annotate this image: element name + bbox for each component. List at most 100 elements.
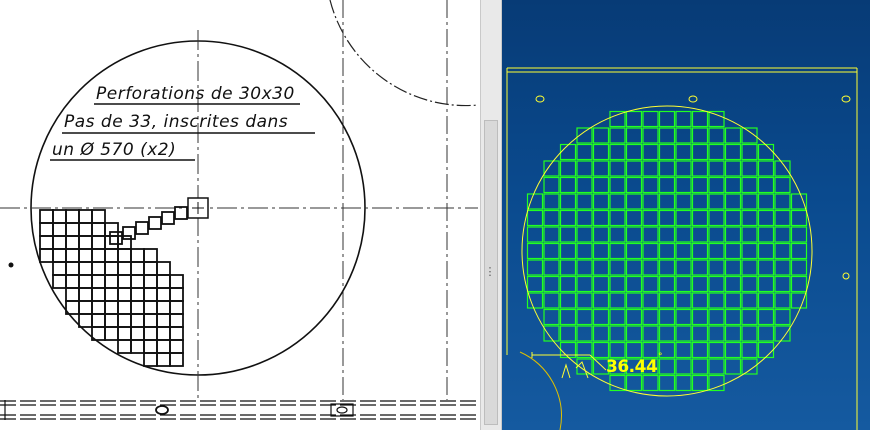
- hatch-cell: [130, 248, 145, 263]
- perforation-cell: [741, 176, 758, 194]
- hatch-cell: [117, 339, 132, 354]
- perforation-cell: [757, 275, 775, 293]
- hatch-cell: [143, 261, 158, 276]
- splitter-grip-icon[interactable]: ⋮: [483, 262, 497, 282]
- hatch-cell: [91, 261, 106, 276]
- inscribed-circle: [521, 105, 813, 397]
- perforation-cell: [790, 226, 808, 243]
- perforation-cell: [592, 226, 610, 243]
- perforation-cell: [559, 160, 577, 177]
- hatch-cell: [78, 222, 93, 237]
- perforation-cell: [559, 193, 577, 210]
- perforation-cell: [675, 176, 692, 194]
- hatch-cell: [65, 209, 80, 224]
- perforation-cell: [592, 242, 610, 260]
- perforation-cell: [658, 226, 676, 243]
- perforation-cell: [675, 259, 692, 276]
- perforation-cell: [675, 374, 692, 392]
- perforation-cell: [592, 176, 610, 194]
- hatch-cell: [156, 352, 171, 367]
- vertical-scrollbar[interactable]: [480, 0, 502, 430]
- perforation-cell: [559, 259, 577, 276]
- hatch-cell: [130, 326, 145, 341]
- hatch-cell: [156, 300, 171, 315]
- hatch-cell: [78, 235, 93, 250]
- hatch-cell: [130, 274, 145, 289]
- hatch-cell: [52, 261, 67, 276]
- perforation-cell: [625, 325, 643, 342]
- hatch-cell: [52, 209, 67, 224]
- hatch-cell: [104, 261, 119, 276]
- perforation-cell: [609, 374, 626, 392]
- perforation-cell: [724, 275, 742, 293]
- perforation-cell: [757, 259, 775, 276]
- hatch-cell: [143, 274, 158, 289]
- perforation-cell: [559, 176, 577, 194]
- perforation-cell: [741, 242, 758, 260]
- perforation-cell: [576, 242, 593, 260]
- hatch-cell: [104, 222, 119, 237]
- dimension-label[interactable]: 36.44: [606, 357, 658, 377]
- perforation-cell: [526, 193, 544, 210]
- hatch-cell: [91, 248, 106, 263]
- perforation-cell: [658, 176, 676, 194]
- perforation-cell: [708, 226, 725, 243]
- hatch-cell: [104, 287, 119, 302]
- perforation-cell: [576, 259, 593, 276]
- perforation-cell: [543, 242, 560, 260]
- perforation-cell: [757, 160, 775, 177]
- perforation-cell: [642, 292, 659, 309]
- hatch-cell: [156, 287, 171, 302]
- perforation-grid-sketch: [39, 206, 188, 367]
- perforation-cell: [724, 176, 742, 194]
- dimension-unit-mark: °: [658, 352, 663, 362]
- perforation-cell: [609, 242, 626, 260]
- perforation-cell: [559, 209, 577, 227]
- perforation-cell: [691, 341, 709, 359]
- perforation-cell: [757, 325, 775, 342]
- perforation-cell: [576, 226, 593, 243]
- hatch-cell: [117, 300, 132, 315]
- perforation-cell: [543, 292, 560, 309]
- perforation-cell: [592, 292, 610, 309]
- hatch-cell: [78, 287, 93, 302]
- cad-viewport[interactable]: 36.44 °: [502, 0, 870, 430]
- hatch-cell: [78, 248, 93, 263]
- perforation-cell: [526, 226, 544, 243]
- hatch-cell: [91, 222, 106, 237]
- perforation-cell: [658, 292, 676, 309]
- hatch-cell: [156, 339, 171, 354]
- perforation-cell: [526, 292, 544, 309]
- hatch-cell: [52, 235, 67, 250]
- perforation-cell: [691, 226, 709, 243]
- perforation-cell: [691, 358, 709, 375]
- perforation-cell: [790, 259, 808, 276]
- cad-canvas[interactable]: [502, 0, 870, 430]
- perforation-cell: [642, 308, 659, 326]
- drawing-canvas: Perforations de 30x30 Pas de 33, inscrit…: [0, 0, 479, 420]
- hatch-cell: [143, 339, 158, 354]
- perforation-cell: [774, 176, 791, 194]
- perforation-cell: [675, 127, 692, 144]
- perforation-cell: [724, 127, 742, 144]
- hatch-cell: [156, 274, 171, 289]
- hatch-cell: [169, 287, 184, 302]
- perforation-cell: [658, 374, 676, 392]
- perforation-cell: [658, 160, 676, 177]
- perforation-cell: [708, 160, 725, 177]
- hatch-cell: [117, 235, 132, 250]
- hatch-cell: [143, 300, 158, 315]
- hatch-cell: [156, 313, 171, 328]
- hatch-cell: [52, 274, 67, 289]
- hatch-cell: [143, 326, 158, 341]
- perforation-cell: [691, 325, 709, 342]
- hatch-cell: [65, 248, 80, 263]
- annotation-line-1: Perforations de 30x30: [96, 84, 295, 104]
- perforation-cell: [642, 275, 659, 293]
- hatch-cell: [52, 248, 67, 263]
- hatch-cell: [65, 222, 80, 237]
- hatch-cell: [91, 287, 106, 302]
- mount-slot-4: [842, 272, 850, 280]
- hatch-cell: [143, 313, 158, 328]
- perforation-cell: [691, 160, 709, 177]
